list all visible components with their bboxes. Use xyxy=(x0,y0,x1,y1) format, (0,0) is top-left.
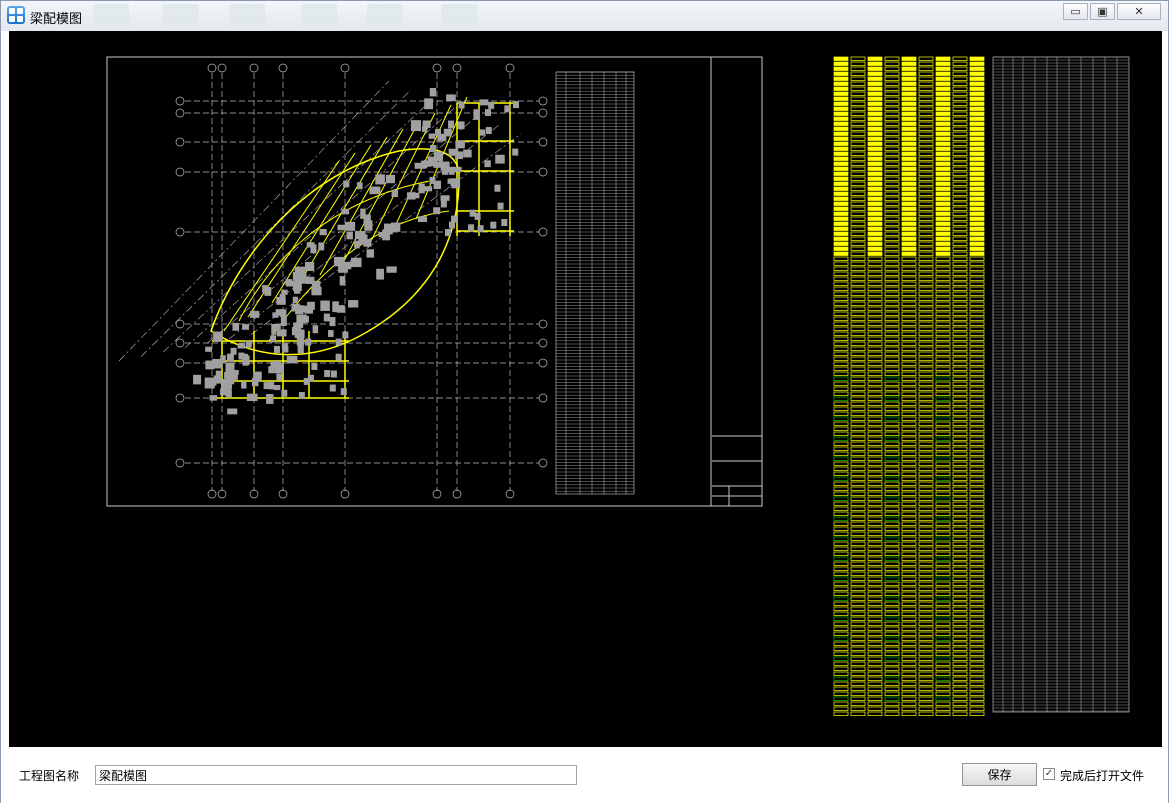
minimize-button[interactable]: ▭ xyxy=(1063,3,1088,20)
project-name-label: 工程图名称 xyxy=(19,769,80,783)
project-name-input[interactable] xyxy=(95,765,577,785)
minimize-icon: ▭ xyxy=(1070,5,1081,18)
open-after-checkbox[interactable]: ✓ xyxy=(1043,768,1055,780)
background-toolbar-ghost xyxy=(441,4,477,26)
window-title: 梁配模图 xyxy=(30,12,83,27)
maximize-button[interactable]: ▣ xyxy=(1090,3,1115,20)
background-toolbar-ghost xyxy=(93,4,129,26)
schedule-table-right xyxy=(992,56,1130,713)
yellow-component-list xyxy=(833,56,985,716)
maximize-icon: ▣ xyxy=(1097,5,1108,18)
open-after-label[interactable]: 完成后打开文件 xyxy=(1060,767,1144,784)
title-bar: 梁配模图 ▭ ▣ ✕ xyxy=(1,1,1168,31)
bottom-panel: 工程图名称 保存 ✓ 完成后打开文件 xyxy=(1,747,1168,803)
save-button[interactable]: 保存 xyxy=(962,763,1037,786)
axis-grid xyxy=(118,63,548,499)
cad-drawing xyxy=(106,56,1130,716)
app-window: 梁配模图 ▭ ▣ ✕ 工程图名称 梁配模图 保存 ✓ 完成后打开文件 xyxy=(0,0,1169,803)
background-toolbar-ghost xyxy=(229,4,265,26)
background-toolbar-ghost xyxy=(301,4,337,26)
close-button[interactable]: ✕ xyxy=(1117,3,1161,20)
background-toolbar-ghost xyxy=(163,4,199,26)
close-icon: ✕ xyxy=(1134,5,1144,18)
app-grid-icon xyxy=(7,6,25,24)
sheet-frame xyxy=(106,56,763,507)
background-toolbar-ghost xyxy=(367,4,403,26)
schedule-table-main xyxy=(555,71,635,495)
column-blocks xyxy=(193,88,519,415)
drawing-preview[interactable] xyxy=(9,31,1162,747)
